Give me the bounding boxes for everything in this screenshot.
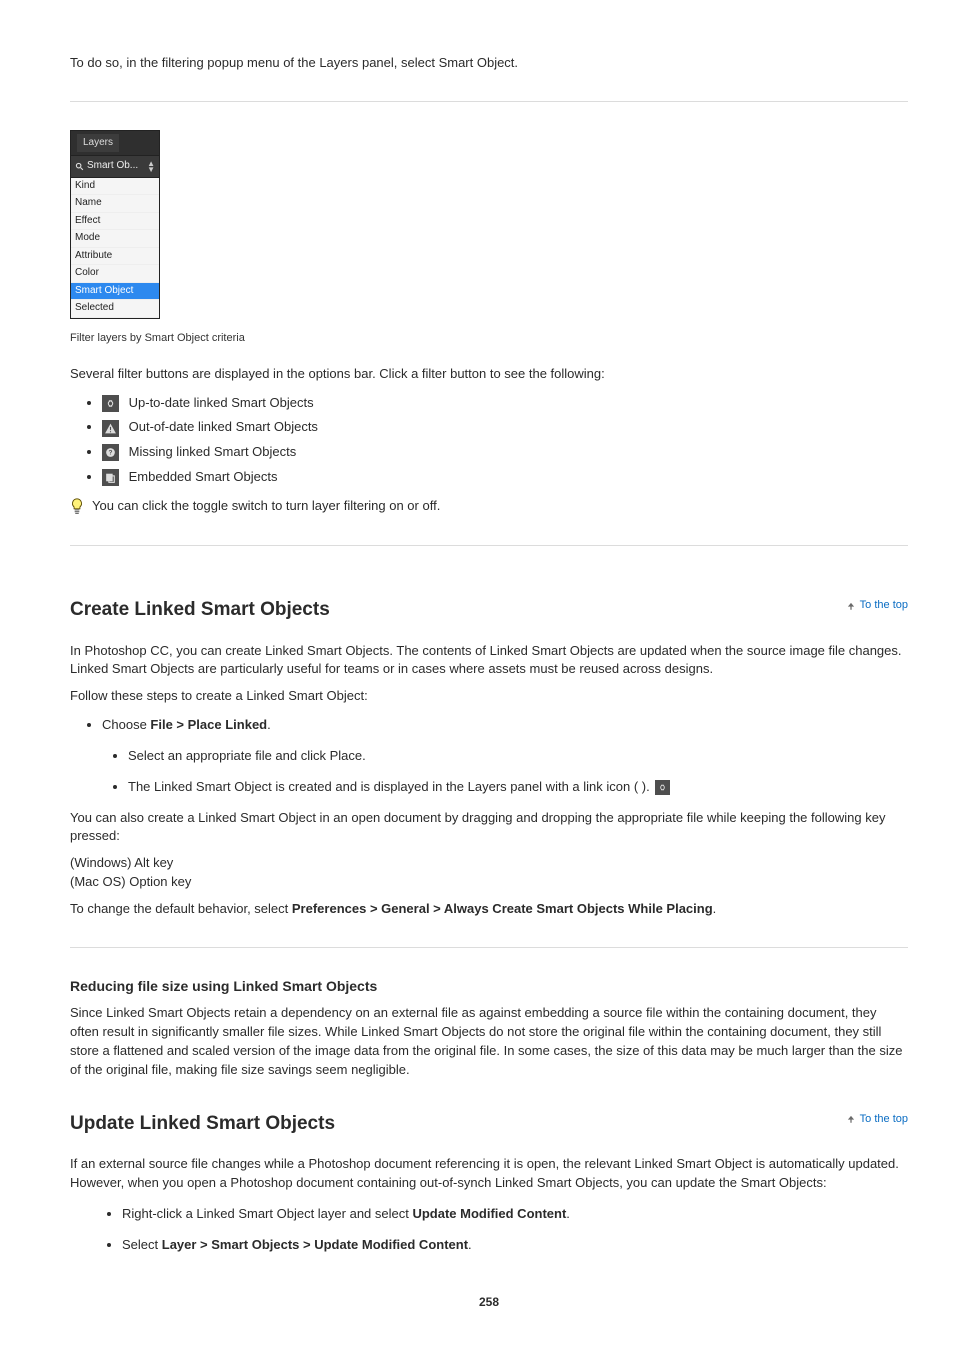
updown-icon[interactable]: ▲▼ xyxy=(147,161,155,173)
uptodate-link-icon xyxy=(102,395,119,412)
sub-steps-list: Select an appropriate file and click Pla… xyxy=(102,747,908,797)
layers-filter-option[interactable]: Color xyxy=(71,265,159,283)
body-text: (Windows) Alt key (Mac OS) Option key xyxy=(70,854,908,892)
layers-filter-option[interactable]: Attribute xyxy=(71,248,159,266)
outofdate-warning-icon xyxy=(102,420,119,437)
embedded-smartobject-icon xyxy=(102,469,119,486)
filter-list-item: Embedded Smart Objects xyxy=(102,468,908,487)
filter-label: Missing linked Smart Objects xyxy=(129,444,297,459)
tip-row: You can click the toggle switch to turn … xyxy=(70,497,908,517)
layers-filter-option[interactable]: Mode xyxy=(71,230,159,248)
layers-filter-option[interactable]: Name xyxy=(71,195,159,213)
to-the-top-label: To the top xyxy=(860,598,908,614)
separator xyxy=(70,545,908,546)
filter-intro: Several filter buttons are displayed in … xyxy=(70,365,908,384)
filter-label: Out-of-date linked Smart Objects xyxy=(129,419,318,434)
figure-caption: Filter layers by Smart Object criteria xyxy=(70,331,908,347)
lightbulb-icon xyxy=(70,497,84,517)
list-item: Select Layer > Smart Objects > Update Mo… xyxy=(122,1236,908,1255)
page: To do so, in the filtering popup menu of… xyxy=(0,0,954,1352)
body-text: To change the default behavior, select P… xyxy=(70,900,908,919)
command-name: Update Modified Content xyxy=(412,1206,566,1221)
page-number: 258 xyxy=(70,1294,908,1311)
layers-filter-selected: Smart Ob... xyxy=(87,159,144,174)
layers-panel: Layers Smart Ob... ▲▼ Kind Name Effect M… xyxy=(70,130,160,319)
layers-panel-titlebar: Layers xyxy=(71,131,159,156)
body-text: You can also create a Linked Smart Objec… xyxy=(70,809,908,847)
to-the-top-link[interactable]: To the top xyxy=(846,598,908,614)
svg-text:?: ? xyxy=(109,450,113,457)
separator xyxy=(70,947,908,948)
link-icon xyxy=(655,780,670,795)
filter-list-item: Out-of-date linked Smart Objects xyxy=(102,418,908,437)
sub-step-item: Select an appropriate file and click Pla… xyxy=(128,747,908,766)
steps-list: Choose File > Place Linked. Select an ap… xyxy=(70,716,908,797)
layers-filter-option-selected[interactable]: Smart Object xyxy=(71,283,159,301)
section-heading: Update Linked Smart Objects xyxy=(70,1110,846,1138)
layers-filter-bar[interactable]: Smart Ob... ▲▼ xyxy=(71,155,159,178)
filter-list-item: ? Missing linked Smart Objects xyxy=(102,443,908,462)
layers-filter-option[interactable]: Kind xyxy=(71,178,159,196)
list-item: Right-click a Linked Smart Object layer … xyxy=(122,1205,908,1224)
sub-step-item: The Linked Smart Object is created and i… xyxy=(128,778,908,797)
step-text: Choose File > Place Linked. xyxy=(102,717,271,732)
search-icon xyxy=(75,162,84,171)
menu-path: Preferences > General > Always Create Sm… xyxy=(292,901,713,916)
missing-link-icon: ? xyxy=(102,444,119,461)
to-the-top-label: To the top xyxy=(860,1112,908,1128)
update-options-list: Right-click a Linked Smart Object layer … xyxy=(70,1205,908,1255)
filter-icon-list: Up-to-date linked Smart Objects Out-of-d… xyxy=(70,394,908,487)
body-text: In Photoshop CC, you can create Linked S… xyxy=(70,642,908,680)
filter-label: Up-to-date linked Smart Objects xyxy=(129,395,314,410)
filter-list-item: Up-to-date linked Smart Objects xyxy=(102,394,908,413)
section-heading: Create Linked Smart Objects xyxy=(70,596,846,624)
subsection-heading: Reducing file size using Linked Smart Ob… xyxy=(70,976,908,996)
tip-text: You can click the toggle switch to turn … xyxy=(92,497,440,516)
filter-label: Embedded Smart Objects xyxy=(129,469,278,484)
body-text: Since Linked Smart Objects retain a depe… xyxy=(70,1004,908,1079)
layers-panel-tab[interactable]: Layers xyxy=(77,134,119,153)
layers-filter-menu: Kind Name Effect Mode Attribute Color Sm… xyxy=(71,178,159,318)
step-item: Choose File > Place Linked. Select an ap… xyxy=(102,716,908,797)
menu-path: File > Place Linked xyxy=(150,717,267,732)
arrow-up-icon xyxy=(846,1114,856,1124)
separator xyxy=(70,101,908,102)
intro-text: To do so, in the filtering popup menu of… xyxy=(70,54,908,73)
body-text: If an external source file changes while… xyxy=(70,1155,908,1193)
layers-filter-option[interactable]: Effect xyxy=(71,213,159,231)
arrow-up-icon xyxy=(846,601,856,611)
command-name: Layer > Smart Objects > Update Modified … xyxy=(162,1237,468,1252)
layers-filter-option[interactable]: Selected xyxy=(71,300,159,318)
to-the-top-link[interactable]: To the top xyxy=(846,1112,908,1128)
body-text: Follow these steps to create a Linked Sm… xyxy=(70,687,908,706)
